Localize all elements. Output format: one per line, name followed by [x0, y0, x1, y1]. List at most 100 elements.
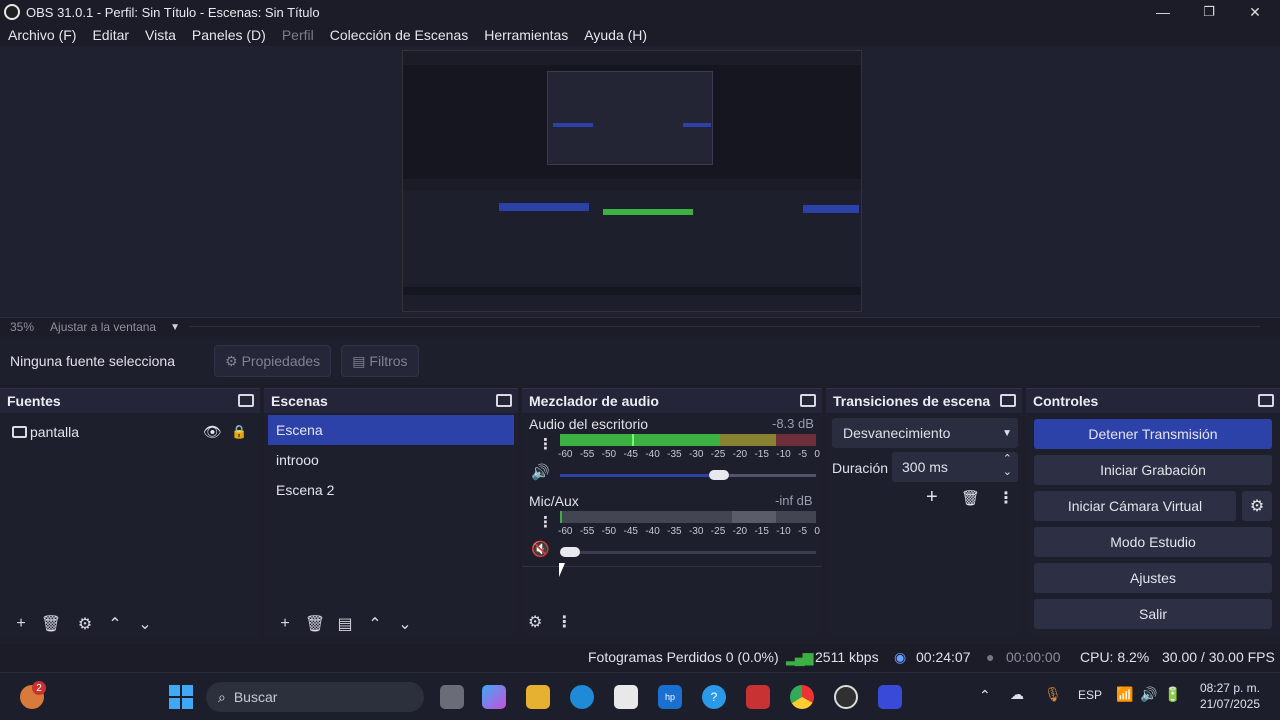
menu-archivo[interactable]: Archivo (F)	[8, 27, 76, 43]
volume-slider-knob[interactable]	[560, 547, 580, 557]
undock-icon[interactable]	[496, 394, 512, 407]
exit-button[interactable]: Salir	[1034, 599, 1272, 629]
add-icon[interactable]: +	[926, 486, 938, 509]
volume-meter	[560, 434, 816, 446]
obs-icon[interactable]	[834, 685, 858, 709]
undock-icon[interactable]	[800, 394, 816, 407]
start-virtual-cam-button[interactable]: Iniciar Cámara Virtual	[1034, 491, 1236, 521]
studio-mode-button[interactable]: Modo Estudio	[1034, 527, 1272, 557]
channel-db: -8.3 dB	[772, 416, 814, 431]
mixer-title: Mezclador de audio	[529, 393, 659, 409]
chrome-icon[interactable]	[790, 685, 814, 709]
menu-editar[interactable]: Editar	[92, 27, 129, 43]
clock-time[interactable]: 08:27 p. m.	[1198, 681, 1260, 695]
mcafee-icon[interactable]	[746, 685, 770, 709]
volume-meter	[560, 511, 816, 523]
clock-date[interactable]: 21/07/2025	[1198, 697, 1260, 711]
trash-icon[interactable]: 🗑	[300, 614, 330, 634]
menu-perfil[interactable]: Perfil	[282, 27, 314, 43]
properties-button[interactable]: ⚙ Propiedades	[214, 345, 332, 377]
source-toolbar: Ninguna fuente selecciona ⚙ Propiedades …	[0, 338, 1280, 384]
gear-icon[interactable]: ⚙	[70, 614, 100, 634]
hp-icon[interactable]: hp	[658, 685, 682, 709]
language-indicator[interactable]: ESP	[1078, 688, 1102, 702]
help-icon[interactable]: ?	[702, 685, 726, 709]
volume-slider[interactable]	[560, 551, 816, 554]
menu-dots-icon[interactable]: ⋮	[556, 612, 572, 632]
search-placeholder: Buscar	[233, 689, 278, 705]
scene-item[interactable]: introoo	[268, 445, 514, 475]
task-view-icon[interactable]	[440, 685, 464, 709]
stop-stream-button[interactable]: Detener Transmisión	[1034, 419, 1272, 449]
gear-icon: ⚙	[225, 352, 238, 369]
minimize-button[interactable]: —	[1140, 0, 1186, 24]
menu-dots-icon[interactable]: ⋮	[998, 488, 1014, 508]
trash-icon[interactable]: 🗑	[961, 489, 980, 507]
taskbar-search[interactable]: ⌕ Buscar	[206, 682, 424, 712]
undock-icon[interactable]	[238, 394, 254, 407]
chevron-up-icon[interactable]: ⌃	[979, 687, 991, 704]
chevron-down-icon: ▼	[1002, 427, 1012, 439]
menu-coleccion-escenas[interactable]: Colección de Escenas	[330, 27, 469, 43]
menu-vista[interactable]: Vista	[145, 27, 176, 43]
add-icon[interactable]: +	[270, 615, 300, 633]
maximize-button[interactable]: ❐	[1186, 0, 1232, 24]
transitions-title: Transiciones de escena	[833, 393, 991, 409]
store-icon[interactable]	[614, 685, 638, 709]
chevron-up-icon[interactable]: ⌃	[360, 614, 390, 634]
copilot-icon[interactable]	[482, 685, 506, 709]
windows-start-icon[interactable]	[169, 685, 193, 709]
onedrive-icon[interactable]: ☁	[1010, 686, 1024, 703]
close-button[interactable]: ✕	[1232, 0, 1278, 24]
channel-db: -inf dB	[775, 493, 813, 508]
undock-icon[interactable]	[1258, 394, 1274, 407]
fit-to-window[interactable]: Ajustar a la ventana	[50, 320, 156, 334]
scenes-dock: Escenas Escena introoo Escena 2 + 🗑 ▤ ⌃ …	[264, 388, 518, 638]
stepper-icon[interactable]: ⌃ ⌄	[1003, 453, 1012, 479]
volume-slider[interactable]	[560, 474, 816, 477]
channel-menu-icon[interactable]: ⋮	[538, 435, 553, 453]
scene-item[interactable]: Escena 2	[268, 475, 514, 505]
muted-speaker-icon[interactable]: 🔇	[531, 540, 550, 558]
wifi-icon[interactable]: 📶	[1116, 686, 1133, 703]
virtual-cam-settings-icon[interactable]: ⚙	[1242, 491, 1272, 521]
menu-ayuda[interactable]: Ayuda (H)	[584, 27, 647, 43]
lock-icon[interactable]: 🔒	[231, 424, 247, 440]
undock-icon[interactable]	[1000, 394, 1016, 407]
chevron-down-icon[interactable]: ⌄	[390, 614, 420, 634]
gear-icon[interactable]: ⚙	[528, 612, 542, 632]
sources-footer: + 🗑 ⚙ ⌃ ⌄	[0, 610, 260, 638]
fps: 30.00 / 30.00 FPS	[1162, 649, 1275, 665]
file-explorer-icon[interactable]	[526, 685, 550, 709]
volume-icon[interactable]: 🔊	[1140, 686, 1157, 703]
channel-menu-icon[interactable]: ⋮	[538, 513, 553, 531]
duration-input[interactable]: 300 ms ⌃ ⌄	[892, 452, 1018, 482]
menu-paneles[interactable]: Paneles (D)	[192, 27, 266, 43]
menu-herramientas[interactable]: Herramientas	[484, 27, 568, 43]
notification-badge: 2	[32, 681, 46, 695]
speaker-icon[interactable]: 🔊	[531, 463, 550, 481]
cpu-usage: CPU: 8.2%	[1080, 649, 1150, 665]
trash-icon[interactable]: 🗑	[36, 614, 66, 634]
add-icon[interactable]: +	[6, 615, 36, 633]
transition-select[interactable]: Desvanecimiento ▼	[832, 418, 1018, 448]
edge-icon[interactable]	[570, 685, 594, 709]
search-icon: ⌕	[218, 688, 226, 705]
source-item[interactable]: pantalla 👁 🔒	[0, 417, 260, 447]
scene-item[interactable]: Escena	[268, 415, 514, 445]
app-icon[interactable]	[878, 685, 902, 709]
battery-icon[interactable]: 🔋	[1164, 686, 1181, 703]
chevron-down-icon[interactable]: ⌄	[130, 614, 160, 634]
microphone-icon[interactable]: 🎙	[1044, 686, 1062, 703]
start-recording-button[interactable]: Iniciar Grabación	[1034, 455, 1272, 485]
sources-title: Fuentes	[7, 393, 61, 409]
stream-time: 00:24:07	[916, 649, 971, 665]
volume-slider-knob[interactable]	[708, 470, 729, 480]
settings-button[interactable]: Ajustes	[1034, 563, 1272, 593]
chevron-up-icon[interactable]: ⌃	[100, 614, 130, 634]
meter-ticks: -60 -55 -50 -45 -40 -35 -30 -25 -20 -15 -10 -5 0	[558, 526, 820, 537]
filter-icon[interactable]: ▤	[330, 614, 360, 634]
eye-icon[interactable]: 👁	[203, 423, 222, 441]
chevron-down-icon[interactable]: ▼	[170, 322, 180, 333]
filters-button[interactable]: ▤ Filtros	[341, 345, 419, 377]
